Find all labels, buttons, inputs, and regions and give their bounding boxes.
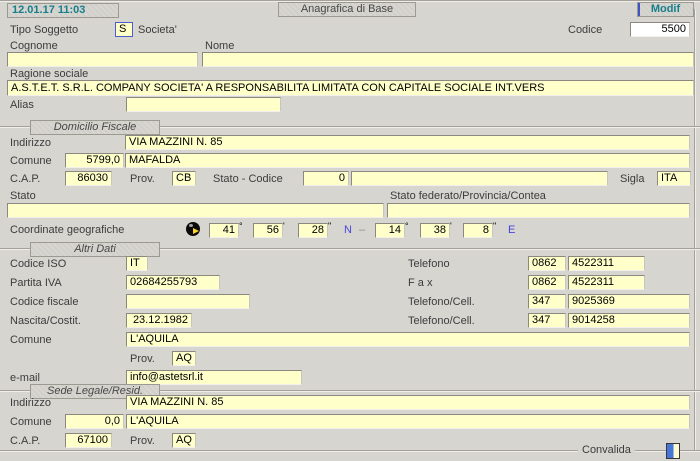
longitude-degrees-unit: ° bbox=[405, 222, 409, 231]
fax-prefix-input[interactable]: 0862 bbox=[528, 275, 566, 290]
sede-prov-input[interactable]: AQ bbox=[172, 433, 196, 448]
latitude-seconds-input[interactable]: 28 bbox=[298, 223, 328, 238]
cell1-prefix-input[interactable]: 347 bbox=[528, 294, 566, 309]
datetime-box: 12.01.17 11:03 bbox=[7, 3, 119, 18]
nome-label: Nome bbox=[205, 40, 234, 52]
domicilio-section-title: Domicilio Fiscale bbox=[30, 120, 160, 135]
cell1-number-input[interactable]: 9025369 bbox=[568, 294, 690, 309]
longitude-seconds-unit: " bbox=[493, 222, 496, 231]
latitude-minutes-unit: ' bbox=[283, 222, 285, 231]
codice-fiscale-input[interactable] bbox=[126, 294, 250, 309]
sede-indirizzo-input[interactable]: VIA MAZZINI N. 85 bbox=[126, 395, 690, 410]
codice-input[interactable]: 5500 bbox=[630, 22, 690, 37]
codice-iso-input[interactable]: IT bbox=[126, 256, 148, 271]
sede-cap-input[interactable]: 67100 bbox=[65, 433, 112, 448]
domicilio-cap-label: C.A.P. bbox=[10, 173, 40, 185]
longitude-seconds-input[interactable]: 8 bbox=[463, 223, 493, 238]
latitude-direction: N bbox=[344, 224, 352, 236]
sede-comune-code-input[interactable]: 0,0 bbox=[65, 414, 124, 429]
partita-iva-input[interactable]: 02684255793 bbox=[126, 275, 220, 290]
stato-federato-input[interactable] bbox=[387, 203, 690, 218]
modif-button-label: Modif bbox=[651, 3, 680, 15]
globe-icon[interactable] bbox=[186, 222, 200, 236]
domicilio-comune-label: Comune bbox=[10, 155, 52, 167]
sede-comune-input[interactable]: L'AQUILA bbox=[126, 414, 690, 429]
stato-input[interactable] bbox=[7, 203, 384, 218]
domicilio-prov-label: Prov. bbox=[130, 173, 155, 185]
anagrafica-form: 12.01.17 11:03 Anagrafica di Base Modif … bbox=[0, 0, 700, 461]
codice-iso-label: Codice ISO bbox=[10, 258, 66, 270]
sede-comune-label: Comune bbox=[10, 416, 52, 428]
email-label: e-mail bbox=[10, 372, 40, 384]
codice-label: Codice bbox=[568, 24, 602, 36]
ragione-sociale-label: Ragione sociale bbox=[10, 68, 88, 80]
altri-comune-label: Comune bbox=[10, 334, 52, 346]
tipo-soggetto-desc: Societa' bbox=[138, 24, 177, 36]
domicilio-comune-input[interactable]: MAFALDA bbox=[125, 153, 690, 168]
tipo-soggetto-input[interactable]: S bbox=[115, 22, 133, 37]
nascita-label: Nascita/Costit. bbox=[10, 315, 81, 327]
stato-codice-label: Stato - Codice bbox=[213, 173, 283, 185]
tipo-soggetto-label: Tipo Soggetto bbox=[10, 24, 78, 36]
domicilio-prov-input[interactable]: CB bbox=[172, 171, 196, 186]
convalida-icon[interactable] bbox=[666, 443, 680, 459]
telefono-label: Telefono bbox=[408, 258, 450, 270]
longitude-minutes-unit: ' bbox=[450, 222, 452, 231]
latitude-seconds-unit: " bbox=[328, 222, 331, 231]
sede-indirizzo-label: Indirizzo bbox=[10, 397, 51, 409]
ragione-sociale-input[interactable]: A.S.T.E.T. S.R.L. COMPANY SOCIETA' A RES… bbox=[7, 80, 694, 96]
codice-fiscale-label: Codice fiscale bbox=[10, 296, 78, 308]
sigla-input[interactable]: ITA bbox=[657, 171, 691, 186]
sigla-label: Sigla bbox=[620, 173, 644, 185]
latitude-degrees-unit: ° bbox=[239, 222, 243, 231]
cell1-label: Telefono/Cell. bbox=[408, 296, 475, 308]
latitude-degrees-input[interactable]: 41 bbox=[209, 223, 239, 238]
coords-separator: – bbox=[359, 224, 365, 236]
modif-button[interactable]: Modif bbox=[637, 2, 694, 17]
alias-label: Alias bbox=[10, 99, 34, 111]
cognome-input[interactable] bbox=[7, 52, 198, 67]
altri-prov-input[interactable]: AQ bbox=[172, 351, 196, 366]
cognome-label: Cognome bbox=[10, 40, 58, 52]
globe-arrow bbox=[193, 228, 199, 234]
stato-federato-label: Stato federato/Provincia/Contea bbox=[390, 190, 546, 202]
globe-highlight bbox=[189, 224, 193, 227]
alias-input[interactable] bbox=[126, 97, 281, 112]
email-input[interactable]: info@astetsrl.it bbox=[126, 370, 302, 385]
telefono-prefix-input[interactable]: 0862 bbox=[528, 256, 566, 271]
longitude-minutes-input[interactable]: 38 bbox=[420, 223, 450, 238]
stato-label: Stato bbox=[10, 190, 36, 202]
longitude-degrees-input[interactable]: 14 bbox=[375, 223, 405, 238]
page-title: Anagrafica di Base bbox=[278, 2, 416, 17]
longitude-direction: E bbox=[508, 224, 515, 236]
altri-prov-label: Prov. bbox=[130, 353, 155, 365]
partita-iva-label: Partita IVA bbox=[10, 277, 62, 289]
domicilio-comune-code-input[interactable]: 5799,0 bbox=[65, 153, 124, 168]
stato-codice-input[interactable]: 0 bbox=[303, 171, 349, 186]
modif-focus-accent bbox=[638, 3, 640, 16]
stato-codice-name-input[interactable] bbox=[351, 171, 608, 186]
nome-input[interactable] bbox=[202, 52, 694, 67]
domicilio-indirizzo-label: Indirizzo bbox=[10, 137, 51, 149]
convalida-label: Convalida bbox=[578, 444, 635, 456]
frame-right-line bbox=[694, 9, 696, 450]
domicilio-cap-input[interactable]: 86030 bbox=[65, 171, 112, 186]
altri-comune-input[interactable]: L'AQUILA bbox=[126, 332, 690, 347]
cell2-prefix-input[interactable]: 347 bbox=[528, 313, 566, 328]
sede-cap-label: C.A.P. bbox=[10, 435, 40, 447]
sede-prov-label: Prov. bbox=[130, 435, 155, 447]
altri-dati-section-title: Altri Dati bbox=[30, 242, 160, 257]
domicilio-indirizzo-input[interactable]: VIA MAZZINI N. 85 bbox=[125, 135, 690, 150]
nascita-input[interactable]: 23.12.1982 bbox=[126, 313, 192, 328]
fax-label: F a x bbox=[408, 277, 432, 289]
latitude-minutes-input[interactable]: 56 bbox=[253, 223, 283, 238]
cell2-number-input[interactable]: 9014258 bbox=[568, 313, 690, 328]
telefono-number-input[interactable]: 4522311 bbox=[568, 256, 645, 271]
coordinate-label: Coordinate geografiche bbox=[10, 224, 124, 236]
fax-number-input[interactable]: 4522311 bbox=[568, 275, 645, 290]
cell2-label: Telefono/Cell. bbox=[408, 315, 475, 327]
